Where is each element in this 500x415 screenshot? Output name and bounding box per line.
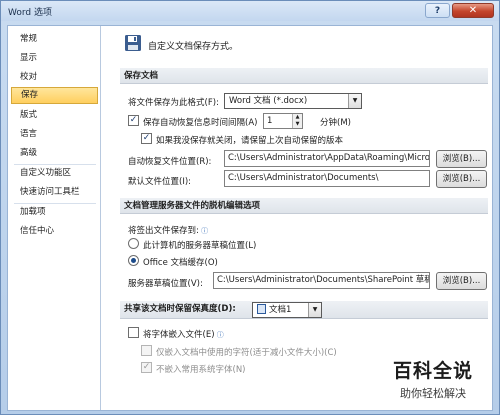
nav-item-layout[interactable]: 版式 (11, 107, 98, 124)
browse-autorecover-button[interactable]: 浏览(B)... (436, 150, 487, 168)
section-save-documents: 保存文档 (120, 68, 488, 84)
autorecover-minutes-spinner[interactable]: 1 ▲ ▼ (263, 113, 303, 129)
panel-description: 自定义文档保存方式。 (148, 42, 239, 52)
autorecover-location-input[interactable]: C:\Users\Administrator\AppData\Roaming\M… (224, 150, 430, 167)
keep-last-version-checkbox[interactable]: ✓ (141, 133, 152, 144)
watermark-logo: 百科全说 助你轻松解决 (373, 356, 493, 412)
fidelity-document-select[interactable]: 文档1 ▼ (252, 302, 322, 318)
browse-drafts-button[interactable]: 浏览(B)... (436, 272, 487, 290)
section-offline-editing: 文档管理服务器文件的脱机编辑选项 (120, 198, 488, 214)
word-document-icon (257, 304, 266, 314)
embed-fonts-label: 将字体嵌入文件(E) ⓘ (143, 330, 224, 340)
embed-used-chars-checkbox[interactable] (141, 345, 152, 356)
radio-server-drafts[interactable] (128, 238, 139, 249)
embed-used-chars-label: 仅嵌入文档中使用的字符(适于减小文件大小)(C) (156, 348, 337, 358)
save-format-label: 将文件保存为此格式(F): (128, 98, 219, 108)
radio-server-drafts-label: 此计算机的服务器草稿位置(L) (143, 241, 257, 251)
nav-item-proofing[interactable]: 校对 (11, 69, 98, 86)
dialog-body: 常规 显示 校对 保存 版式 语言 高级 自定义功能区 快速访问工具栏 加载项 … (7, 25, 493, 411)
close-button[interactable]: ✕ (452, 3, 494, 18)
no-common-fonts-label: 不嵌入常用系统字体(N) (156, 365, 246, 375)
autorecover-location-label: 自动恢复文件位置(R): (128, 157, 212, 167)
save-format-value: Word 文档 (*.docx) (229, 96, 308, 106)
radio-office-cache[interactable] (128, 255, 139, 266)
info-icon: ⓘ (198, 227, 209, 235)
keep-last-version-label: 如果我没保存就关闭，请保留上次自动保留的版本 (156, 136, 344, 146)
nav-item-general[interactable]: 常规 (11, 31, 98, 48)
title-bar: Word 选项 ? ✕ (1, 1, 499, 21)
fidelity-document-value: 文档1 (269, 305, 292, 315)
spinner-arrows-icon[interactable]: ▲ ▼ (292, 114, 302, 128)
save-options-panel: 自定义文档保存方式。 保存文档 将文件保存为此格式(F): Word 文档 (*… (106, 26, 492, 410)
fidelity-label: 共享该文档时保留保真度(D): (124, 304, 236, 314)
nav-item-quick-access-toolbar[interactable]: 快速访问工具栏 (11, 184, 98, 201)
chevron-down-icon: ▼ (308, 303, 321, 317)
save-format-select[interactable]: Word 文档 (*.docx) ▼ (224, 93, 362, 109)
floppy-disk-icon (125, 35, 141, 51)
nav-item-language[interactable]: 语言 (11, 126, 98, 143)
watermark-subtitle: 助你轻松解决 (400, 387, 466, 400)
radio-office-cache-label: Office 文档缓存(O) (143, 258, 218, 268)
info-icon: ⓘ (214, 331, 224, 339)
word-options-dialog: Word 选项 ? ✕ 常规 显示 校对 保存 版式 语言 高级 自定义功能区 … (0, 0, 500, 415)
default-location-input[interactable]: C:\Users\Administrator\Documents\ (224, 170, 430, 187)
minutes-label: 分钟(M) (320, 118, 351, 128)
help-button[interactable]: ? (425, 3, 450, 18)
nav-item-advanced[interactable]: 高级 (11, 145, 98, 162)
no-common-fonts-checkbox[interactable]: ✓ (141, 362, 152, 373)
nav-item-trust-center[interactable]: 信任中心 (11, 223, 98, 240)
nav-item-save[interactable]: 保存 (11, 87, 98, 104)
autorecover-label: 保存自动恢复信息时间间隔(A) (143, 118, 258, 128)
checkout-location-label: 将签出文件保存到: ⓘ (128, 226, 209, 236)
drafts-location-label: 服务器草稿位置(V): (128, 279, 203, 289)
watermark-title: 百科全说 (392, 360, 473, 382)
chevron-down-icon: ▼ (348, 94, 361, 108)
nav-item-display[interactable]: 显示 (11, 50, 98, 67)
window-title: Word 选项 (8, 8, 52, 18)
default-location-label: 默认文件位置(I): (128, 177, 192, 187)
embed-fonts-checkbox[interactable] (128, 327, 139, 338)
browse-default-button[interactable]: 浏览(B)... (436, 170, 487, 188)
autorecover-minutes-value: 1 (267, 116, 273, 126)
nav-item-add-ins[interactable]: 加载项 (11, 204, 98, 221)
nav-item-customize-ribbon[interactable]: 自定义功能区 (11, 165, 98, 182)
autorecover-checkbox[interactable]: ✓ (128, 115, 139, 126)
options-nav: 常规 显示 校对 保存 版式 语言 高级 自定义功能区 快速访问工具栏 加载项 … (8, 26, 101, 410)
drafts-location-input[interactable]: C:\Users\Administrator\Documents\SharePo… (213, 272, 430, 289)
